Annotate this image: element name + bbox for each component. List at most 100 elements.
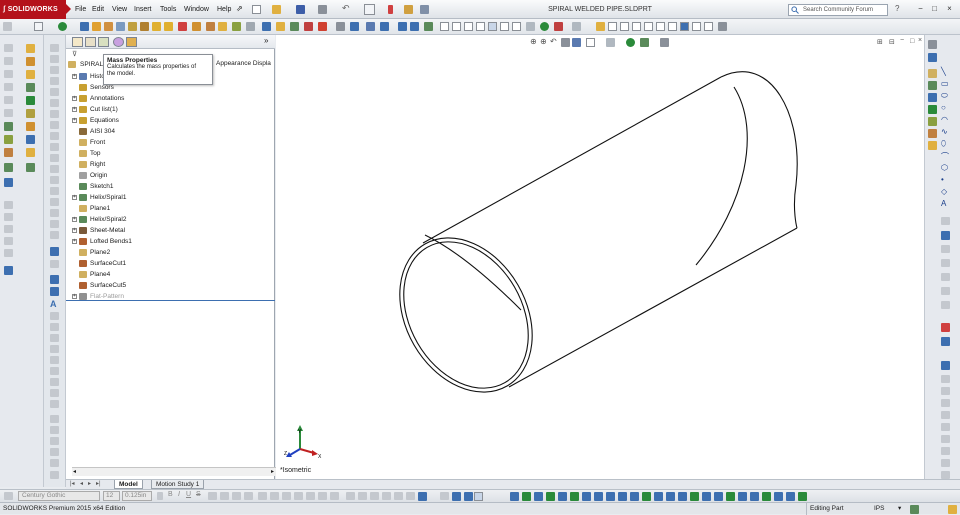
rp-icon-16[interactable] — [941, 301, 950, 309]
section-view-icon[interactable] — [561, 38, 570, 47]
feature-icon-8[interactable] — [178, 22, 187, 31]
smart-dimension-icon[interactable] — [80, 22, 89, 31]
ann-icon-4[interactable] — [50, 77, 59, 85]
ann-icon-18[interactable] — [50, 231, 59, 239]
expand-icon[interactable]: + — [72, 239, 77, 244]
feature-icon-16[interactable] — [290, 22, 299, 31]
view-icon-14[interactable] — [572, 22, 581, 31]
ann-icon-31[interactable] — [50, 400, 59, 408]
minimize-button[interactable]: − — [916, 4, 925, 14]
cmd-icon-24[interactable] — [26, 122, 35, 131]
format-icon-20[interactable] — [510, 492, 519, 501]
ann-icon-37[interactable] — [50, 471, 59, 479]
view-icon-25[interactable] — [718, 22, 727, 31]
cmd-icon-9[interactable] — [4, 148, 13, 157]
search-input[interactable]: Search Community Forum — [788, 4, 888, 16]
italic-icon[interactable]: I — [178, 491, 180, 498]
cmd-icon-22[interactable] — [26, 96, 35, 105]
cmd-icon-4[interactable] — [4, 83, 13, 91]
rp-icon-25[interactable] — [941, 435, 950, 443]
cmd-icon-14[interactable] — [4, 225, 13, 233]
menu-help[interactable]: Help — [217, 0, 231, 19]
feature-icon-7[interactable] — [164, 22, 173, 31]
format-icon-1[interactable] — [4, 492, 13, 500]
tab-feature-manager[interactable] — [72, 37, 83, 47]
expand-icon[interactable]: + — [72, 107, 77, 112]
feature-icon-17[interactable] — [304, 22, 313, 31]
rp-icon-28[interactable] — [941, 471, 950, 479]
zoom-to-fit-icon[interactable]: ⊕ — [530, 37, 537, 46]
expand-icon[interactable]: + — [72, 96, 77, 101]
logo-flyout-arrow-icon[interactable] — [66, 4, 71, 14]
ann-icon-1[interactable] — [50, 44, 59, 52]
ann-icon-34[interactable] — [50, 437, 59, 445]
feature-icon-21[interactable] — [366, 22, 375, 31]
rp-icon-19[interactable] — [941, 361, 950, 370]
arc-tool-icon[interactable]: ◠ — [941, 115, 948, 124]
tab-nav-prev-icon[interactable]: ◂ — [80, 480, 83, 487]
display-style-icon[interactable] — [586, 38, 595, 47]
view-icon-13[interactable] — [554, 22, 563, 31]
cmd-icon-5[interactable] — [4, 96, 13, 104]
ann-icon-23[interactable] — [50, 312, 59, 320]
strikethrough-icon[interactable]: S — [196, 491, 201, 498]
cmd-icon-12[interactable] — [4, 201, 13, 209]
polygon-tool-icon[interactable]: ⬡ — [941, 163, 948, 172]
ann-icon-10[interactable] — [50, 143, 59, 151]
cmd-icon-11[interactable] — [4, 178, 13, 187]
rp-icon-17[interactable] — [941, 323, 950, 332]
expand-icon[interactable]: + — [72, 294, 77, 299]
cmd-icon-15[interactable] — [4, 237, 13, 245]
appearance-ball-icon[interactable] — [58, 22, 67, 31]
format-icon-42[interactable] — [774, 492, 783, 501]
expand-icon[interactable]: + — [72, 118, 77, 123]
undo-icon[interactable]: ↶ — [342, 3, 350, 14]
zoom-area-icon[interactable]: ⊕ — [540, 37, 547, 46]
ann-icon-12[interactable] — [50, 165, 59, 173]
open-folder-icon[interactable] — [272, 5, 281, 14]
selection-filter-icon[interactable] — [34, 22, 43, 31]
line-thickness-select[interactable]: 0.125in — [122, 491, 152, 501]
format-icon-6[interactable] — [306, 492, 315, 500]
fillet-tool-icon[interactable]: ⌒ — [941, 151, 949, 162]
feature-icon-20[interactable] — [350, 22, 359, 31]
view-icon-3[interactable] — [424, 22, 433, 31]
align-right-icon[interactable] — [232, 492, 241, 500]
format-icon-39[interactable] — [738, 492, 747, 501]
tab-nav-next-icon[interactable]: ▸ — [88, 480, 91, 487]
format-icon-8[interactable] — [330, 492, 339, 500]
maximize-button[interactable]: □ — [930, 4, 939, 14]
rp-icon-21[interactable] — [941, 387, 950, 395]
ann-icon-2[interactable] — [50, 55, 59, 63]
status-help-icon[interactable] — [948, 505, 957, 514]
align-left-icon[interactable] — [208, 492, 217, 500]
ann-icon-25[interactable] — [50, 334, 59, 342]
rp-icon-9[interactable] — [928, 141, 937, 150]
view-icon-12[interactable] — [540, 22, 549, 31]
cmd-icon-2[interactable] — [4, 57, 13, 65]
view-settings-icon[interactable] — [660, 38, 669, 47]
view-icon-15[interactable] — [596, 22, 605, 31]
cmd-icon-6[interactable] — [4, 109, 13, 117]
view-icon-7[interactable] — [476, 22, 485, 31]
menu-insert[interactable]: Insert — [134, 0, 152, 19]
view-icon-2[interactable] — [410, 22, 419, 31]
plane-tool-icon[interactable]: ◇ — [941, 187, 947, 196]
tab-property-manager[interactable] — [85, 37, 96, 47]
cmd-icon-18[interactable] — [26, 44, 35, 53]
tab-dim-expert[interactable] — [113, 37, 124, 47]
tab-motion-study-1[interactable]: Motion Study 1 — [151, 480, 205, 489]
hide-show-icon[interactable] — [606, 38, 615, 47]
viewport-close-icon[interactable]: × — [918, 37, 922, 44]
feature-icon-12[interactable] — [232, 22, 241, 31]
view-icon-17[interactable] — [620, 22, 629, 31]
rp-icon-18[interactable] — [941, 337, 950, 346]
ann-icon-11[interactable] — [50, 154, 59, 162]
cmd-icon-8[interactable] — [4, 135, 13, 144]
viewport-restore-icon[interactable]: □ — [910, 38, 914, 45]
pipe-model[interactable] — [276, 35, 924, 479]
tab-model[interactable]: Model — [114, 480, 143, 489]
save-icon[interactable] — [296, 5, 305, 14]
format-icon-31[interactable] — [642, 492, 651, 501]
cmd-icon-20[interactable] — [26, 70, 35, 79]
